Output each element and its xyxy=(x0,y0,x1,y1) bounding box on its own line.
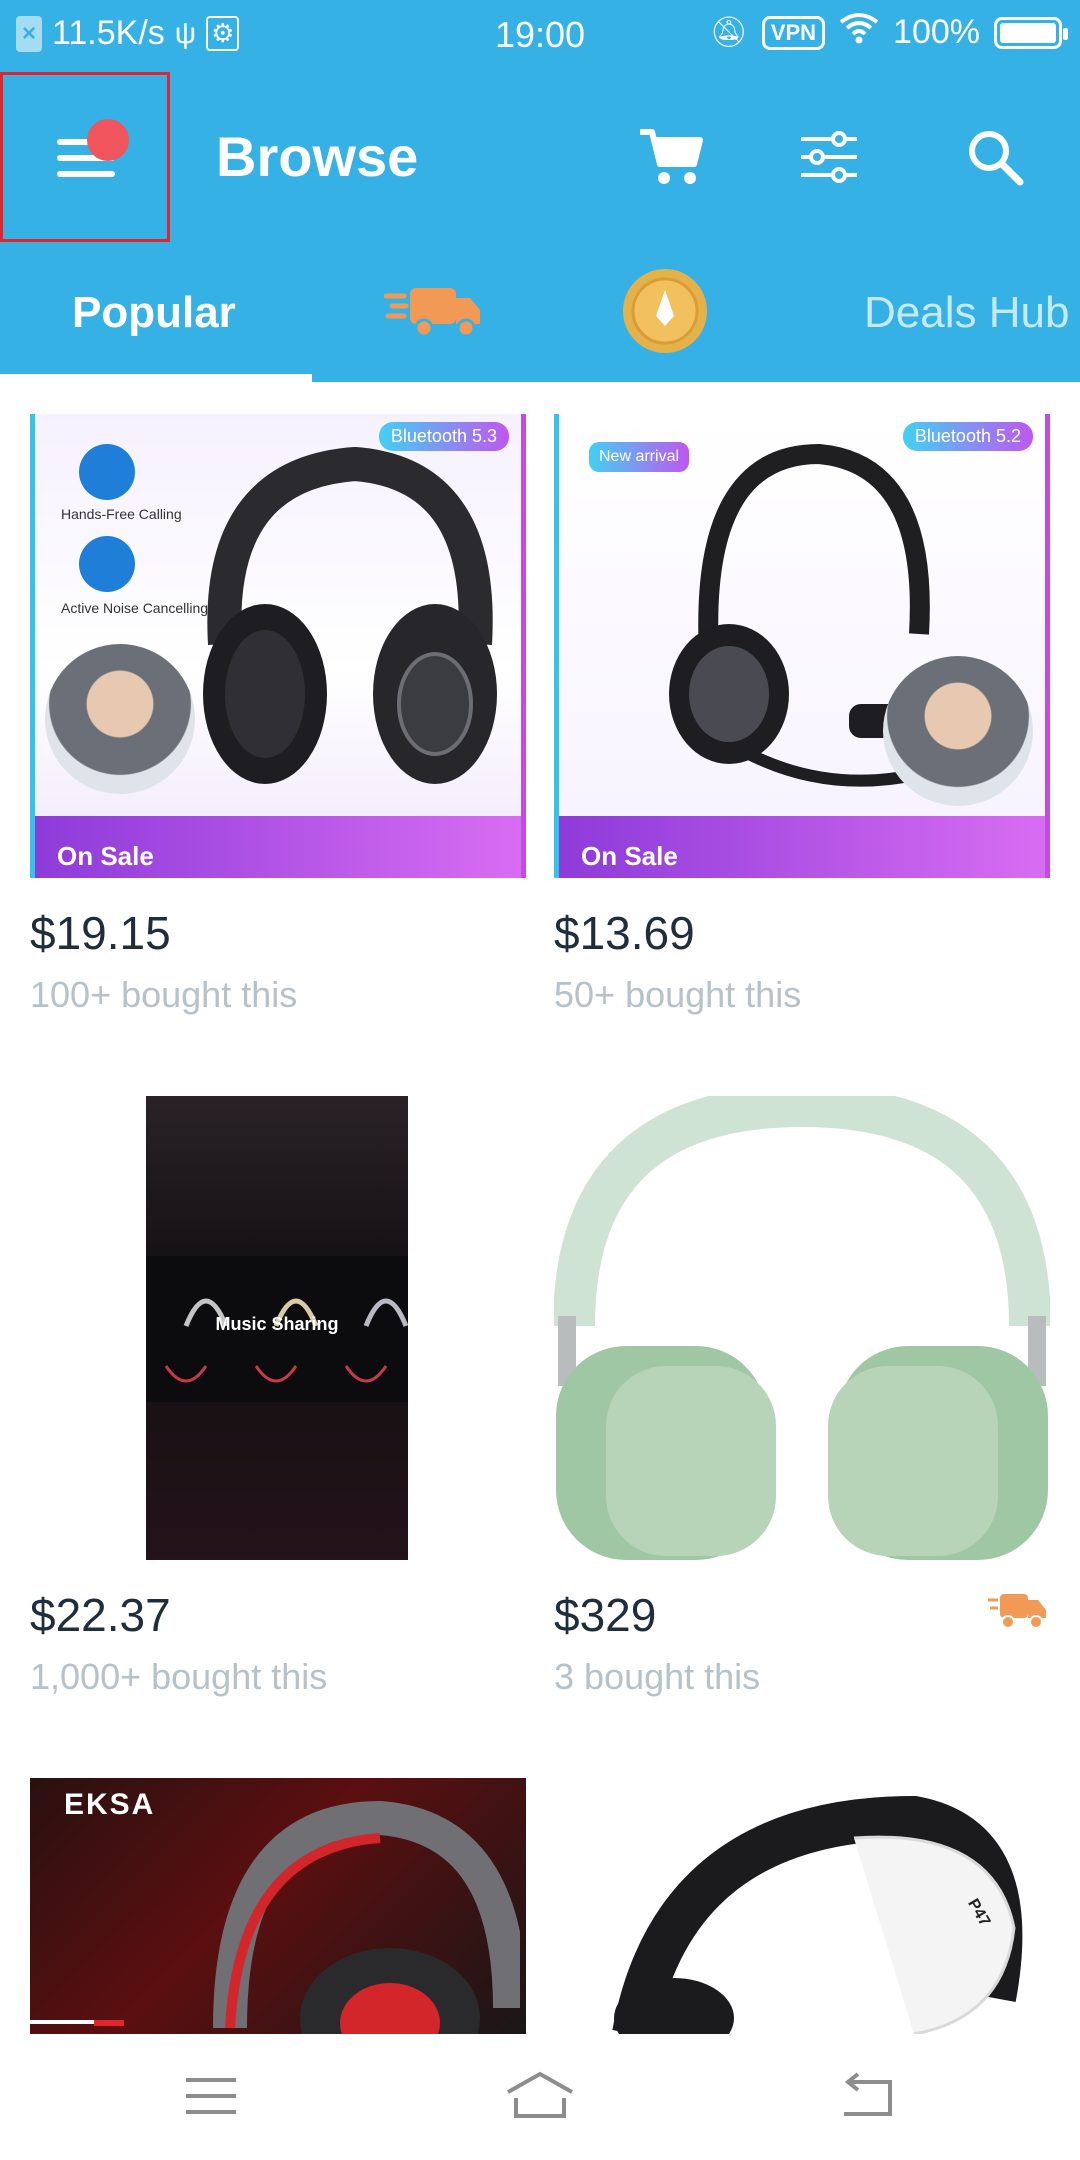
cart-button[interactable] xyxy=(636,122,706,192)
decorative-line xyxy=(30,2020,94,2024)
home-icon xyxy=(507,2071,573,2118)
purchase-count: 3 bought this xyxy=(554,1656,761,1697)
video-thumbnail: Music Sharing xyxy=(146,1096,409,1560)
decorative-line xyxy=(94,2020,124,2026)
green-headphones-illustration xyxy=(554,1096,1050,1560)
product-card[interactable]: Bluetooth 5.2 New arrival On Sale $13.69… xyxy=(554,414,1050,1016)
product-price: $13.69 xyxy=(554,907,695,959)
product-image[interactable]: Music Sharing xyxy=(30,1096,526,1560)
product-image[interactable]: P47 xyxy=(554,1778,1050,2034)
back-arrow-icon xyxy=(844,2072,892,2116)
category-tabs: Popular Deals Hub xyxy=(0,242,1080,382)
purchase-count: 1,000+ bought this xyxy=(30,1656,328,1697)
product-price: $329 xyxy=(554,1589,657,1641)
back-button[interactable] xyxy=(828,2068,908,2128)
status-right: 🔕︎ VPN 100% xyxy=(709,12,1068,53)
model-portrait xyxy=(45,644,195,794)
filter-sliders-icon xyxy=(801,131,857,183)
menu-button[interactable] xyxy=(0,72,170,242)
page-title: Browse xyxy=(216,125,419,188)
wifi-icon xyxy=(839,12,879,53)
filter-button[interactable] xyxy=(794,122,864,192)
model-portrait xyxy=(883,656,1033,806)
feature-label: Hands-Free Calling xyxy=(61,506,182,522)
sale-banner: On Sale xyxy=(559,816,1045,878)
purchase-count: 100+ bought this xyxy=(30,974,298,1015)
home-button[interactable] xyxy=(500,2068,580,2128)
tab-popular[interactable]: Popular xyxy=(72,288,236,338)
sale-label: On Sale xyxy=(581,841,678,871)
product-image[interactable]: Bluetooth 5.3 Hands-Free Calling Active … xyxy=(30,414,526,878)
search-button[interactable] xyxy=(960,122,1030,192)
product-card[interactable]: P47 xyxy=(554,1778,1050,2034)
product-price: $19.15 xyxy=(30,907,171,959)
search-icon xyxy=(969,131,1024,186)
battery-percent: 100% xyxy=(893,13,980,51)
product-image[interactable]: Bluetooth 5.2 New arrival On Sale xyxy=(554,414,1050,878)
sale-label: On Sale xyxy=(57,841,154,871)
vpn-badge: VPN xyxy=(761,15,826,50)
battery-icon xyxy=(994,16,1068,49)
headphones-illustration xyxy=(203,446,497,784)
product-card[interactable]: $329 3 bought this xyxy=(554,1096,1050,1698)
mute-bell-icon: 🔕︎ xyxy=(709,16,748,49)
notification-dot xyxy=(87,119,129,161)
menu-lines-icon xyxy=(186,2078,236,2114)
video-caption: Music Sharing xyxy=(215,1314,339,1334)
status-bar: × 11.5K/s ψ ⚙ 19:00 🔕︎ VPN 100% xyxy=(0,0,1080,72)
active-tab-indicator xyxy=(0,374,312,382)
phone-call-icon xyxy=(79,444,135,500)
sale-banner: On Sale xyxy=(35,816,521,878)
tab-deals-hub[interactable]: Deals Hub xyxy=(864,288,1069,338)
brand-logo: EKSA xyxy=(64,1788,156,1821)
system-navigation-bar xyxy=(0,2034,1080,2160)
product-image[interactable] xyxy=(554,1096,1050,1560)
shopping-cart-icon xyxy=(640,129,703,184)
delivery-truck-icon xyxy=(383,288,480,338)
delivery-truck-icon xyxy=(988,1594,1046,1629)
product-price: $22.37 xyxy=(30,1589,171,1641)
product-card[interactable]: Bluetooth 5.3 Hands-Free Calling Active … xyxy=(30,414,526,1016)
recent-apps-button[interactable] xyxy=(172,2068,252,2128)
sound-wave-icon xyxy=(79,536,135,592)
purchase-count: 50+ bought this xyxy=(554,974,802,1015)
compass-coin-icon xyxy=(623,269,707,353)
gaming-headset-illustration xyxy=(213,1800,520,2034)
app-header: Browse xyxy=(0,72,1080,242)
tab-fast-delivery[interactable] xyxy=(383,266,484,356)
product-card[interactable]: Music Sharing $22.37 1,000+ bought this xyxy=(30,1096,526,1698)
product-image[interactable]: EKSA xyxy=(30,1778,526,2034)
tab-discover[interactable] xyxy=(620,266,720,356)
product-card[interactable]: EKSA xyxy=(30,1778,526,2034)
